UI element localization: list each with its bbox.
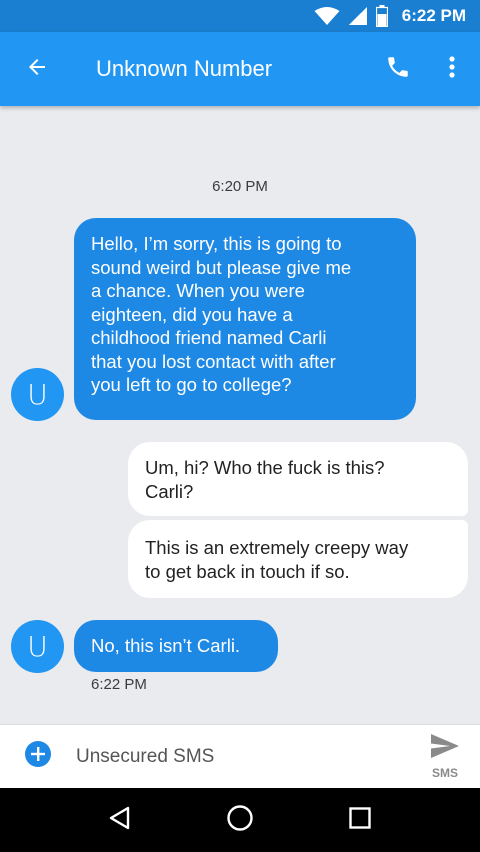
contact-avatar[interactable]: U: [11, 368, 64, 421]
more-vert-icon: [448, 55, 456, 84]
message-line: a chance. When you were: [91, 280, 305, 301]
incoming-message-bubble[interactable]: No, this isn’t Carli.: [74, 620, 278, 672]
system-nav-bar: [0, 788, 480, 852]
home-circle-icon: [226, 804, 254, 837]
send-label: SMS: [431, 766, 458, 780]
message-timestamp: 6:22 PM: [91, 676, 147, 693]
conversation-list[interactable]: 6:20 PM Hello, I’m sorry, this is going …: [0, 106, 480, 724]
message-line: childhood friend named Carli: [91, 327, 327, 348]
message-input[interactable]: [76, 736, 410, 777]
compose-bar: SMS: [0, 724, 480, 788]
message-line: to get back in touch if so.: [145, 560, 350, 582]
message-line: you left to go to college?: [91, 374, 292, 395]
back-button[interactable]: [0, 32, 74, 106]
message-line: sound weird but please give me: [91, 256, 352, 278]
back-triangle-icon: [107, 805, 133, 836]
cell-signal-icon: [348, 6, 368, 26]
message-line: No, this isn’t Carli.: [91, 635, 241, 656]
contact-avatar[interactable]: U: [11, 620, 64, 673]
phone-icon: [385, 54, 411, 85]
add-circle-icon: [24, 740, 52, 773]
nav-home-button[interactable]: [210, 790, 270, 850]
nav-back-button[interactable]: [90, 790, 150, 850]
incoming-message-bubble[interactable]: Hello, I’m sorry, this is going to sound…: [74, 218, 416, 420]
send-icon: [430, 733, 460, 764]
status-time: 6:22 PM: [401, 6, 466, 25]
wifi-icon: [314, 6, 340, 26]
more-options-button[interactable]: [424, 32, 480, 106]
message-line: eighteen, did you have a: [91, 303, 293, 325]
message-line: Carli?: [145, 480, 194, 502]
recents-square-icon: [348, 806, 372, 835]
arrow-back-icon: [25, 55, 49, 84]
conversation-title: Unknown Number: [96, 56, 273, 81]
outgoing-message-bubble[interactable]: This is an extremely creepy way to get b…: [128, 520, 468, 598]
nav-recents-button[interactable]: [330, 790, 390, 850]
message-line: Hello, I’m sorry, this is going to: [91, 233, 342, 254]
send-button[interactable]: SMS: [410, 725, 480, 789]
message-line: This is an extremely creepy way: [145, 537, 409, 558]
message-line: Um, hi? Who the fuck is this?: [145, 457, 385, 478]
battery-icon: [375, 5, 388, 27]
call-button[interactable]: [372, 32, 424, 106]
outgoing-message-bubble[interactable]: Um, hi? Who the fuck is this? Carli?: [128, 442, 468, 516]
message-line: that you lost contact with after: [91, 350, 336, 372]
attach-button[interactable]: [0, 725, 76, 789]
date-divider: 6:20 PM: [212, 178, 268, 195]
status-bar: 6:22 PM: [0, 0, 480, 32]
app-bar: Unknown Number: [0, 32, 480, 106]
